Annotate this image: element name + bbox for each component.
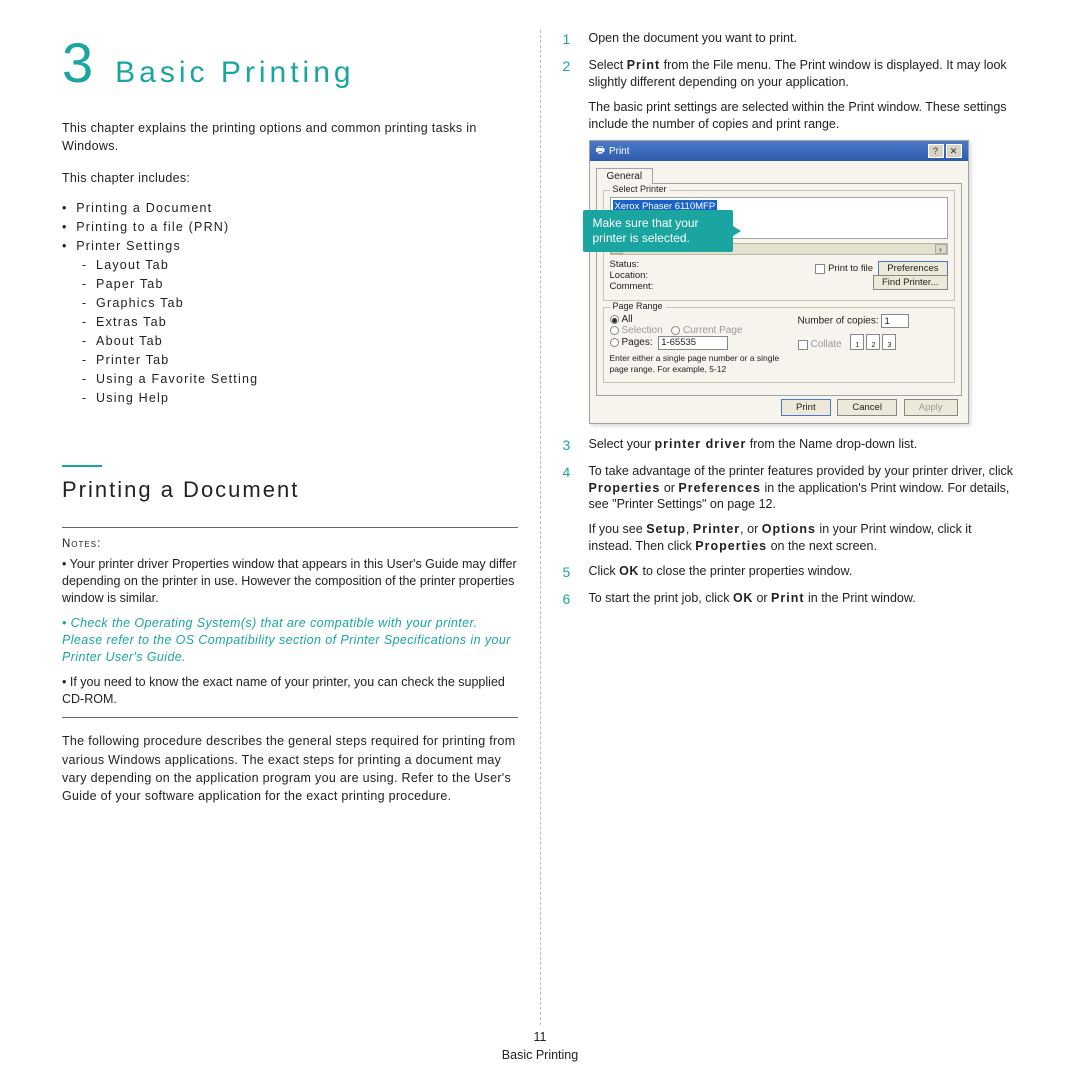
find-printer-button[interactable]: Find Printer... — [873, 275, 948, 290]
tab-general[interactable]: General — [596, 168, 654, 184]
steps-list: 1 Open the document you want to print. 2… — [563, 30, 1019, 91]
step-item: 5 Click OK to close the printer properti… — [563, 563, 1019, 582]
note-item: Your printer driver Properties window th… — [62, 556, 518, 607]
close-icon[interactable]: ✕ — [946, 144, 962, 158]
step-subparagraph: If you see Setup, Printer, or Options in… — [589, 521, 1019, 555]
table-of-contents: Printing a Document Printing to a file (… — [62, 201, 518, 405]
toc-subitem: Paper Tab — [82, 277, 518, 291]
radio-current-page[interactable] — [671, 326, 680, 335]
step-item: 1 Open the document you want to print. — [563, 30, 1019, 49]
step-text: To start the print job, click OK or Prin… — [589, 590, 1019, 609]
step-number: 2 — [563, 57, 575, 91]
step-text: To take advantage of the printer feature… — [589, 463, 1019, 514]
step-subparagraph: The basic print settings are selected wi… — [589, 99, 1019, 133]
chapter-title: Basic Printing — [115, 56, 354, 90]
page-footer: 11 Basic Printing — [0, 1029, 1080, 1064]
horizontal-rule — [62, 527, 518, 528]
horizontal-rule — [62, 717, 518, 718]
print-dialog: 🖶 Print ? ✕ General Select Printer — [589, 140, 969, 423]
pages-input[interactable]: 1-65535 — [658, 336, 728, 350]
steps-list-continued: 3 Select your printer driver from the Na… — [563, 436, 1019, 514]
toc-subitem: Extras Tab — [82, 315, 518, 329]
step-text: Open the document you want to print. — [589, 30, 1019, 49]
toc-subitem: Layout Tab — [82, 258, 518, 272]
callout-box: Make sure that your printer is selected. — [583, 210, 733, 252]
toc-subitem: Printer Tab — [82, 353, 518, 367]
print-to-file-checkbox[interactable] — [815, 264, 825, 274]
step-number: 4 — [563, 463, 575, 514]
printer-icon: 🖶 — [596, 143, 605, 160]
group-page-range: Page Range All Selection Current Page Pa… — [603, 307, 955, 382]
dialog-title: Print — [609, 146, 630, 157]
page-number: 11 — [0, 1029, 1080, 1047]
note-item: If you need to know the exact name of yo… — [62, 674, 518, 708]
notes-list: Your printer driver Properties window th… — [62, 556, 518, 707]
step-text: Select your printer driver from the Name… — [589, 436, 1019, 455]
intro-paragraph: This chapter explains the printing optio… — [62, 119, 518, 155]
step-item: 3 Select your printer driver from the Na… — [563, 436, 1019, 455]
preferences-button[interactable]: Preferences — [878, 261, 947, 276]
step-number: 5 — [563, 563, 575, 582]
toc-item: Printing a Document — [62, 201, 518, 215]
radio-pages[interactable] — [610, 338, 619, 347]
step-text: Click OK to close the printer properties… — [589, 563, 1019, 582]
range-hint: Enter either a single page number or a s… — [610, 353, 790, 373]
step-item: 2 Select Print from the File menu. The P… — [563, 57, 1019, 91]
section-divider — [62, 465, 102, 467]
apply-button[interactable]: Apply — [904, 399, 958, 416]
notes-label: Notes: — [62, 538, 518, 550]
step-number: 6 — [563, 590, 575, 609]
step-item: 4 To take advantage of the printer featu… — [563, 463, 1019, 514]
step-number: 1 — [563, 30, 575, 49]
step-item: 6 To start the print job, click OK or Pr… — [563, 590, 1019, 609]
radio-all[interactable] — [610, 315, 619, 324]
dialog-titlebar: 🖶 Print ? ✕ — [590, 141, 968, 161]
chapter-heading: 3 Basic Printing — [62, 30, 518, 95]
section-title: Printing a Document — [62, 477, 518, 503]
procedure-paragraph: The following procedure describes the ge… — [62, 732, 518, 805]
toc-item: Printing to a file (PRN) — [62, 220, 518, 234]
step-text: Select Print from the File menu. The Pri… — [589, 57, 1019, 91]
footer-title: Basic Printing — [0, 1047, 1080, 1065]
note-item-emphasis: Check the Operating System(s) that are c… — [62, 615, 518, 666]
toc-subitem: Using Help — [82, 391, 518, 405]
radio-selection[interactable] — [610, 326, 619, 335]
copies-spinner[interactable]: 1 — [881, 314, 909, 328]
collate-icon: 123 — [850, 334, 896, 350]
collate-checkbox[interactable] — [798, 340, 808, 350]
toc-subitem: Graphics Tab — [82, 296, 518, 310]
print-dialog-figure: Make sure that your printer is selected.… — [589, 140, 1019, 423]
print-button[interactable]: Print — [781, 399, 831, 416]
toc-subitem: Using a Favorite Setting — [82, 372, 518, 386]
steps-list-continued2: 5 Click OK to close the printer properti… — [563, 563, 1019, 609]
step-number: 3 — [563, 436, 575, 455]
cancel-button[interactable]: Cancel — [837, 399, 897, 416]
chapter-number: 3 — [62, 30, 91, 95]
includes-label: This chapter includes: — [62, 169, 518, 187]
help-icon[interactable]: ? — [928, 144, 944, 158]
toc-subitem: About Tab — [82, 334, 518, 348]
toc-item: Printer Settings — [62, 239, 518, 253]
